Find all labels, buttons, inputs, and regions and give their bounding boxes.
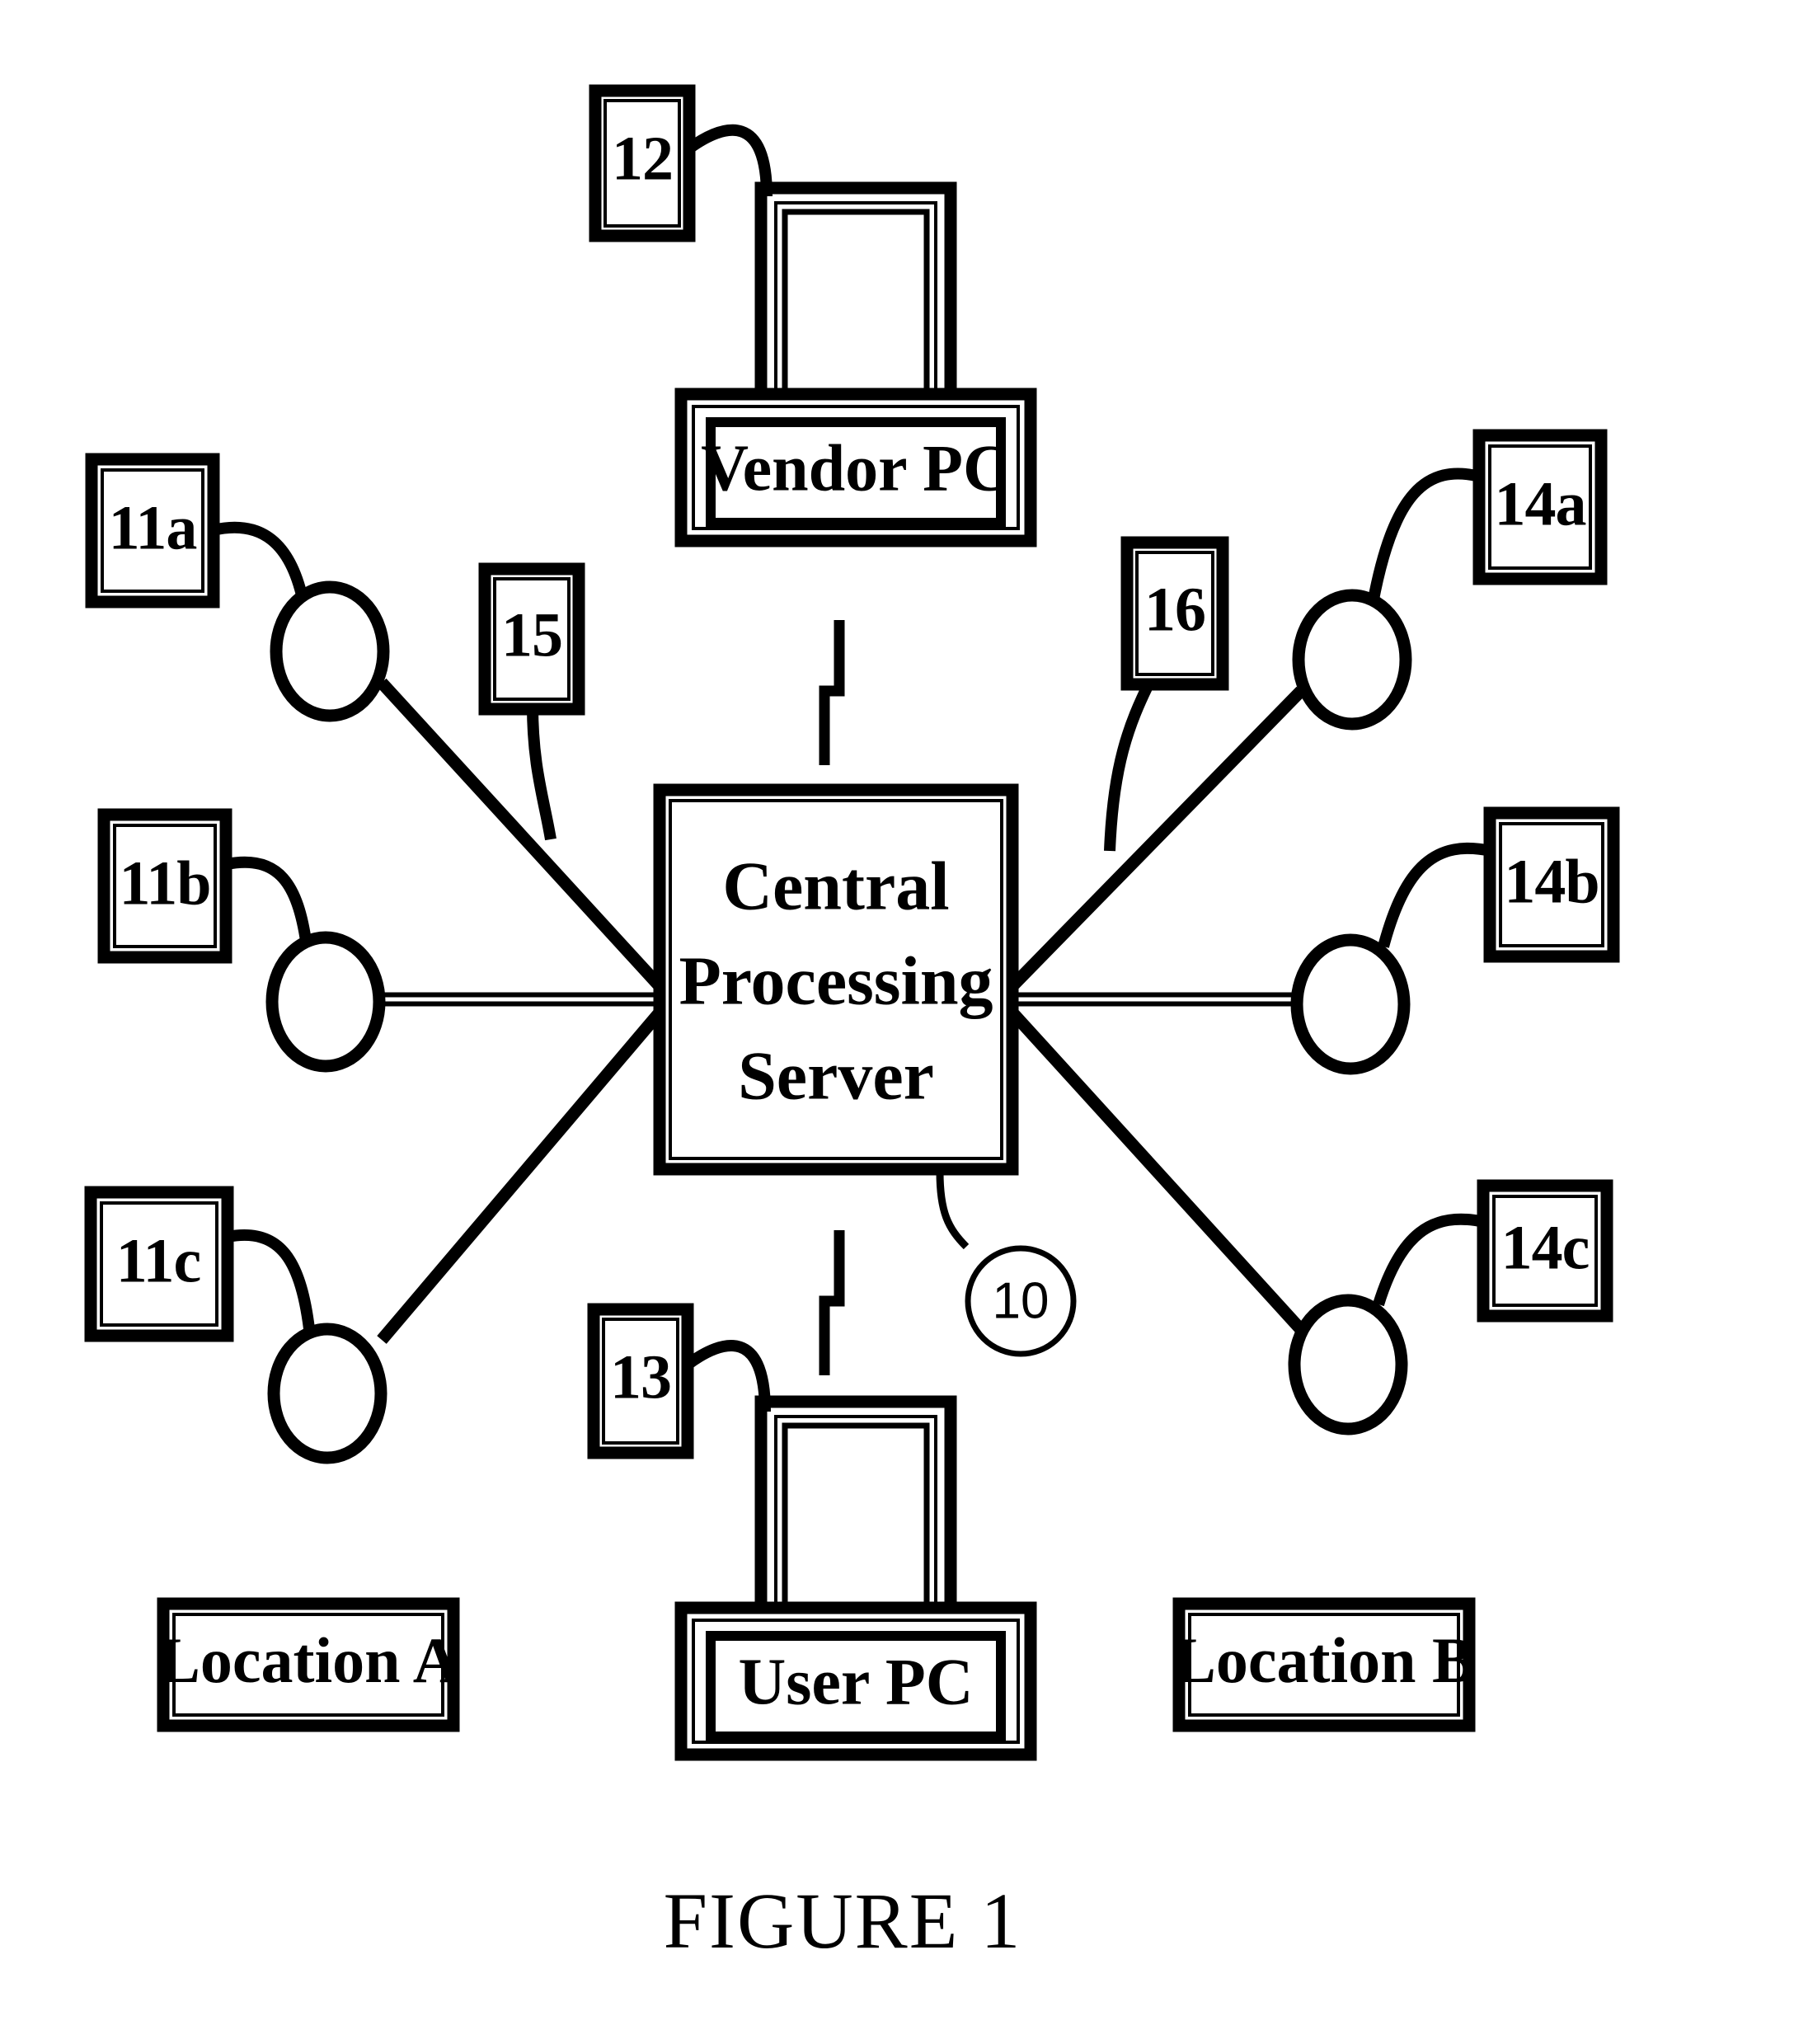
- location-a: Location A: [157, 1597, 460, 1732]
- location-b: Location B: [1172, 1597, 1476, 1732]
- terminal-14b-label: 14b: [1504, 847, 1599, 916]
- figure-caption: FIGURE 1: [664, 1877, 1022, 1965]
- link-ref-16-label: 16: [1144, 575, 1205, 644]
- terminal-11c-label: 11c: [116, 1226, 201, 1295]
- vendor-pc-screen: [782, 209, 930, 406]
- central-server-label-line2: Processing: [679, 942, 993, 1019]
- user-pc-label: User PC: [738, 1646, 973, 1718]
- terminal-14c-label: 14c: [1501, 1213, 1590, 1282]
- terminal-11a-label: 11a: [109, 493, 197, 562]
- link-ref-15-label: 15: [501, 600, 562, 670]
- ref-13-label: 13: [610, 1342, 671, 1412]
- terminal-14a-node: [1292, 589, 1412, 731]
- callout-10-label: 10: [993, 1272, 1050, 1329]
- terminal-14c-node: [1288, 1294, 1408, 1435]
- location-a-label: Location A: [157, 1624, 459, 1696]
- central-processing-server: Central Processing Server: [653, 783, 1019, 1176]
- terminal-14b-node: [1290, 933, 1411, 1075]
- patent-figure-1: Central Processing Server 10 Vendor PC 1…: [0, 0, 1794, 2044]
- central-server-label-line3: Server: [738, 1037, 934, 1114]
- terminal-11a-node: [270, 580, 390, 722]
- ref-12-label: 12: [612, 124, 673, 193]
- location-b-label: Location B: [1173, 1624, 1475, 1696]
- central-server-label-line1: Central: [722, 848, 949, 924]
- terminal-11b-label: 11b: [119, 848, 210, 918]
- terminal-11c-node: [267, 1323, 387, 1464]
- terminal-11b-node: [265, 931, 386, 1073]
- figure-canvas: Central Processing Server 10 Vendor PC 1…: [0, 0, 1794, 2044]
- terminal-14a-label: 14a: [1495, 469, 1586, 538]
- user-pc-screen: [782, 1422, 930, 1620]
- vendor-pc-label: Vendor PC: [701, 432, 1011, 505]
